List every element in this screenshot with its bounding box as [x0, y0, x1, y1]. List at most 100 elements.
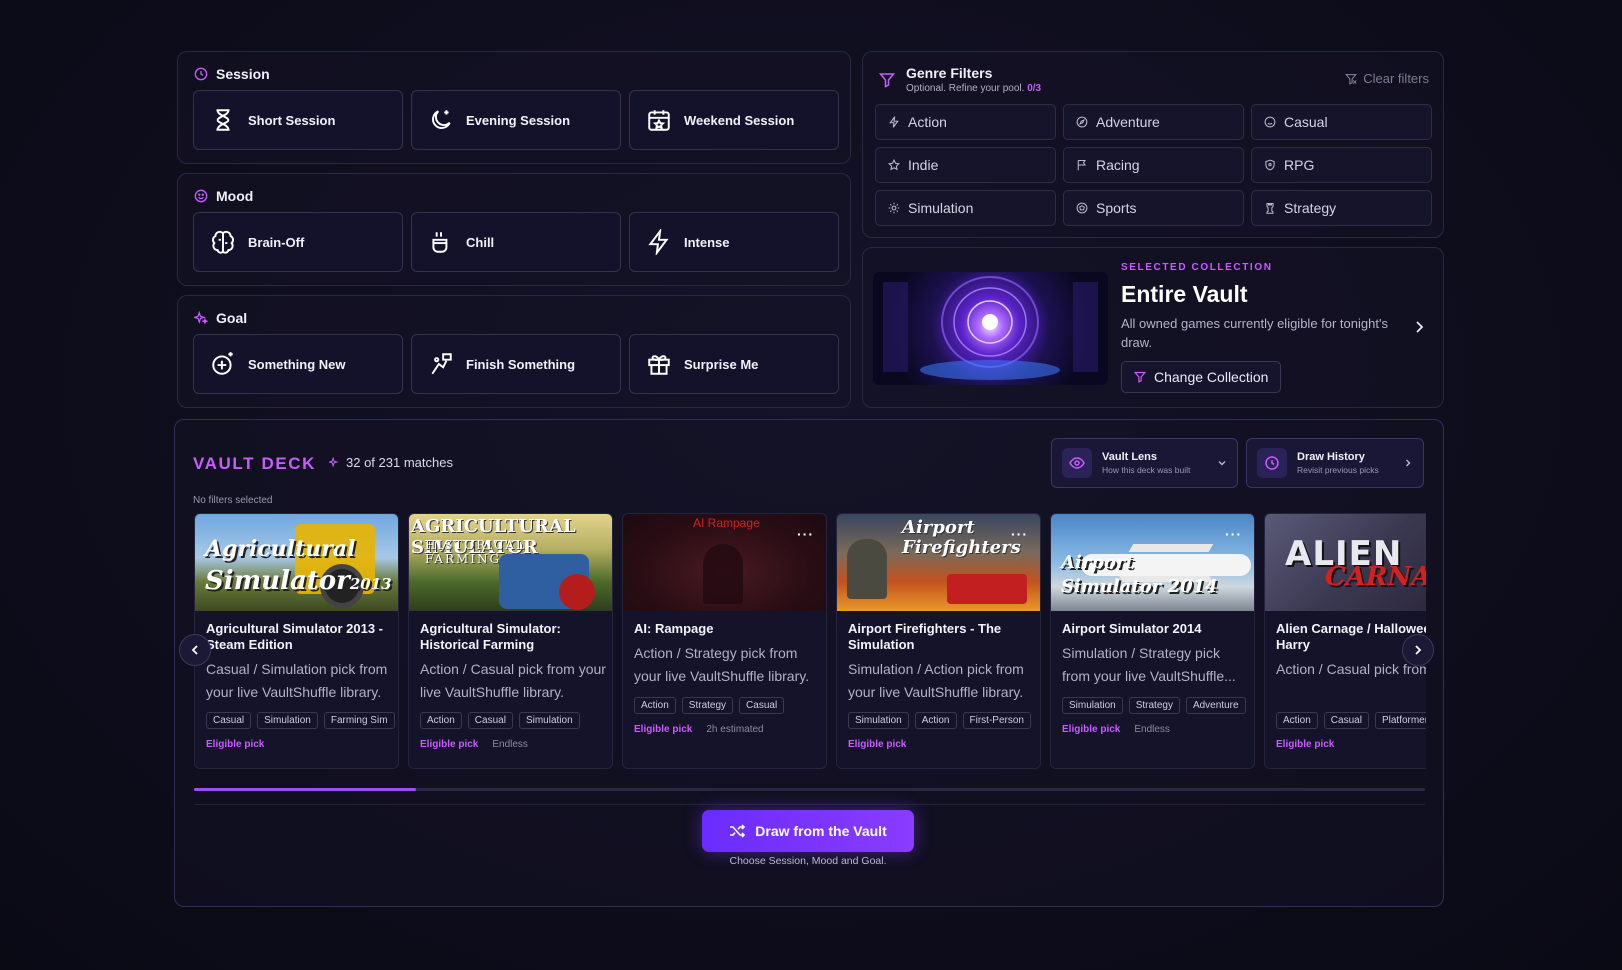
game-card[interactable]: Airport Simulator 2014 ··· Airport Simul… — [1050, 513, 1255, 769]
something-new-label: Something New — [248, 356, 346, 372]
chess-rook-icon — [1266, 202, 1274, 214]
tag: Simulation — [257, 712, 318, 729]
something-new-button[interactable]: Something New — [193, 334, 403, 394]
session-panel: Session Short Session Evening Session We… — [177, 51, 851, 164]
genre-rpg[interactable]: RPG — [1251, 147, 1432, 183]
tag-list: Simulation Strategy Adventure — [1062, 697, 1246, 714]
carousel-scroll-thumb[interactable] — [194, 788, 416, 791]
tag: Simulation — [848, 712, 909, 729]
tag: Action — [1276, 712, 1318, 729]
game-title: Airport Simulator 2014 — [1062, 621, 1202, 636]
short-session-label: Short Session — [248, 112, 336, 128]
eligible-status: Eligible pick Endless — [1062, 724, 1170, 735]
intense-button[interactable]: Intense — [629, 212, 839, 272]
chill-button[interactable]: Chill — [411, 212, 621, 272]
chevron-right-icon — [1415, 645, 1422, 655]
game-description: Simulation / Strategy pick from your liv… — [1062, 645, 1236, 684]
sparkle-icon — [194, 311, 208, 325]
eligible-label: Eligible pick — [420, 739, 479, 750]
weekend-session-label: Weekend Session — [684, 112, 795, 128]
brain-off-button[interactable]: Brain-Off — [193, 212, 403, 272]
game-card[interactable]: ALIEN CARNAGE Alien Carnage / Halloween … — [1264, 513, 1426, 769]
eligible-label: Eligible pick — [1062, 724, 1121, 735]
goal-panel: Goal Something New Finish Something Surp… — [177, 295, 851, 408]
short-session-button[interactable]: Short Session — [193, 90, 403, 150]
hourglass-icon — [216, 109, 230, 131]
more-options-icon[interactable]: ··· — [1011, 526, 1028, 542]
clock-icon — [194, 67, 208, 81]
tag-list: Simulation Action First-Person — [848, 712, 1031, 729]
more-options-icon[interactable]: ··· — [1225, 526, 1242, 542]
genre-label: Racing — [1096, 157, 1140, 173]
genre-action[interactable]: Action — [875, 104, 1056, 140]
genre-label: Strategy — [1284, 200, 1337, 216]
session-length: 2h estimated — [706, 724, 764, 735]
carousel-scrollbar[interactable] — [194, 788, 1425, 791]
change-collection-button[interactable]: Change Collection — [1121, 361, 1282, 393]
eligible-label: Eligible pick — [848, 739, 907, 750]
tag: Strategy — [1128, 697, 1180, 714]
genre-indie[interactable]: Indie — [875, 147, 1056, 183]
collection-image — [873, 272, 1108, 385]
tag-list: Action Strategy Casual — [634, 697, 785, 714]
genre-racing[interactable]: Racing — [1063, 147, 1244, 183]
intense-label: Intense — [684, 234, 730, 250]
eligible-label: Eligible pick — [1276, 739, 1335, 750]
tag: First-Person — [962, 712, 1031, 729]
brain-icon — [212, 230, 234, 254]
finish-something-button[interactable]: Finish Something — [411, 334, 621, 394]
genre-simulation[interactable]: Simulation — [875, 190, 1056, 226]
genre-grid: Action Adventure Casual Indie Racing RPG… — [875, 104, 1432, 226]
flag-icon — [1077, 159, 1086, 171]
evening-session-button[interactable]: Evening Session — [411, 90, 621, 150]
carousel-prev-button[interactable] — [179, 634, 211, 666]
brain-off-label: Brain-Off — [248, 234, 305, 250]
carousel-next-button[interactable] — [1402, 634, 1434, 666]
draw-from-vault-button[interactable]: Draw from the Vault — [702, 810, 914, 852]
session-header: Session — [194, 66, 270, 82]
moon-icon — [432, 110, 451, 129]
game-cover-image: AGRICULTURAL SIMULATOR HISTORICAL · FARM… — [409, 514, 612, 611]
clear-filters-button[interactable]: Clear filters — [1345, 71, 1429, 86]
game-card[interactable]: AGRICULTURAL SIMULATOR HISTORICAL · FARM… — [408, 513, 613, 769]
surprise-me-button[interactable]: Surprise Me — [629, 334, 839, 394]
mood-title: Mood — [216, 188, 254, 204]
eligible-status: Eligible pick — [848, 739, 906, 750]
change-collection-label: Change Collection — [1154, 369, 1269, 385]
tag: Adventure — [1185, 697, 1246, 714]
game-card[interactable]: Airport Firefighters ··· Airport Firefigh… — [836, 513, 1041, 769]
star-icon — [888, 159, 900, 171]
genre-casual[interactable]: Casual — [1251, 104, 1432, 140]
genre-adventure[interactable]: Adventure — [1063, 104, 1244, 140]
shield-icon — [1265, 159, 1275, 171]
tag: Casual — [467, 712, 513, 729]
more-options-icon[interactable]: ··· — [797, 526, 814, 542]
weekend-session-button[interactable]: Weekend Session — [629, 90, 839, 150]
chevron-right-icon[interactable] — [1413, 320, 1425, 334]
genre-filters-count: 0/3 — [1027, 83, 1042, 94]
collection-description: All owned games currently eligible for t… — [1121, 316, 1388, 350]
eligible-status: Eligible pick 2h estimated — [634, 724, 764, 735]
tag: Action — [914, 712, 957, 729]
chill-label: Chill — [466, 234, 495, 250]
game-card[interactable]: AI Rampage ··· AI: Rampage Action / Stra… — [622, 513, 827, 769]
evening-session-label: Evening Session — [466, 112, 571, 128]
gift-icon — [648, 355, 670, 375]
tag: Action — [634, 697, 676, 714]
collection-panel[interactable]: SELECTED COLLECTION Entire Vault All own… — [862, 247, 1444, 408]
game-card[interactable]: Agricultural Simulator2013 Agricultural … — [194, 513, 399, 769]
target-plus-icon — [212, 352, 233, 375]
divider — [194, 804, 1425, 805]
goal-header: Goal — [194, 310, 247, 326]
smile-icon — [1264, 116, 1276, 128]
genre-sports[interactable]: Sports — [1063, 190, 1244, 226]
genre-strategy[interactable]: Strategy — [1251, 190, 1432, 226]
game-description: Action / Strategy pick from your live Va… — [634, 645, 810, 684]
genre-label: Simulation — [908, 200, 974, 216]
game-title: Airport Firefighters - The Simulation — [848, 621, 1002, 652]
genre-filters-panel: Genre Filters Optional. Refine your pool… — [862, 51, 1444, 238]
card-carousel: Agricultural Simulator2013 Agricultural … — [194, 420, 1426, 780]
gear-icon — [888, 202, 900, 214]
calendar-icon — [648, 110, 670, 131]
game-description: Action / Casual pick from your live Vaul… — [1276, 661, 1426, 677]
